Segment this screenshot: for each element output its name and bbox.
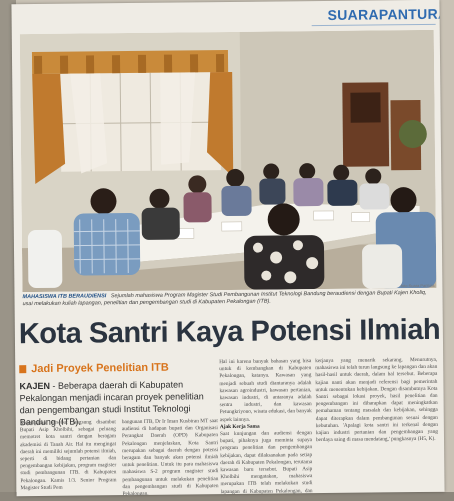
masthead-brand: SUARAPANTURA: [327, 5, 445, 23]
subhead-marker: [19, 365, 27, 374]
column-3-text: Hal ini karena banyak bahasan yang bisa …: [219, 358, 312, 423]
newspaper-page: SUARAPANTURA foto:Suara Pantura MAHASISW…: [11, 0, 445, 497]
article-headline: Kota Santri Kaya Potensi Ilmiah: [18, 313, 441, 351]
lede-dateline: KAJEN: [19, 380, 51, 392]
article-subhead: Jadi Proyek Penelitian ITB: [31, 361, 169, 376]
news-photo: [19, 29, 437, 293]
article-columns: Kesempatan tersebut langsung disambut Bu…: [20, 416, 441, 496]
photo-credit: foto:Suara Pantura: [400, 282, 435, 289]
caption-label: MAHASISWA ITB BERAUDIENSI: [22, 293, 107, 301]
article-column-1: Kesempatan tersebut langsung disambut Bu…: [19, 419, 117, 492]
article-column-2: bangunan ITB, Dr Ir Iman Kusbiran MT saa…: [121, 418, 219, 497]
photo-caption: MAHASISWA ITB BERAUDIENSI Sejumlah mahas…: [22, 290, 436, 308]
masthead-rule: [311, 23, 436, 27]
